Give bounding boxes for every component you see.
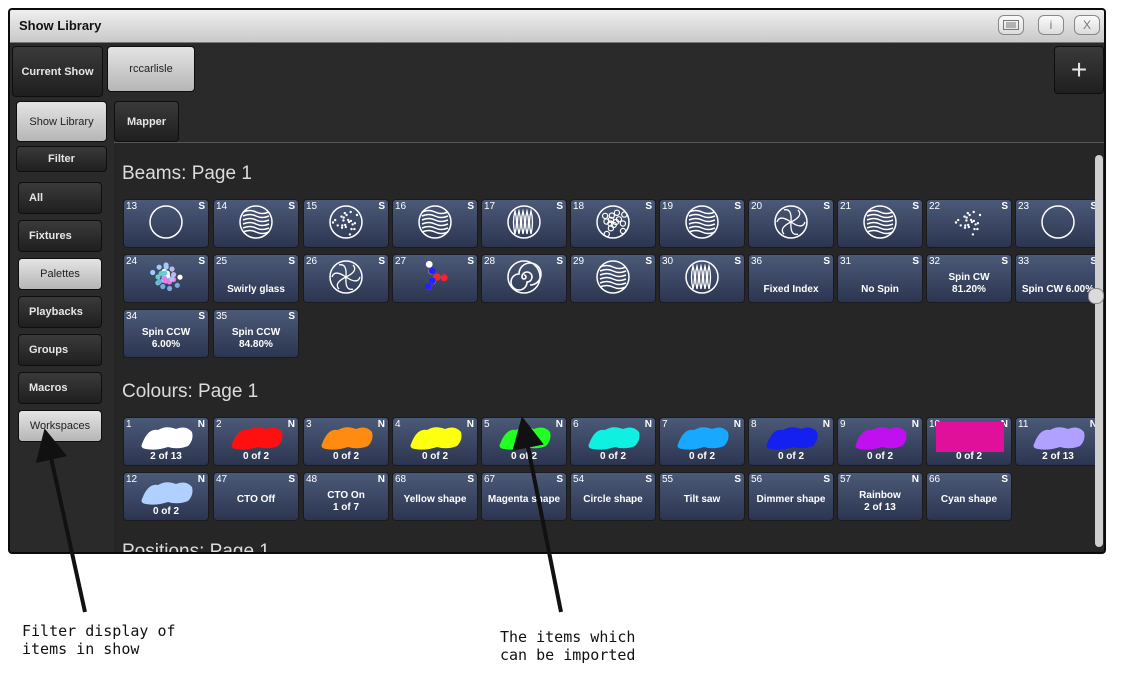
annotation-arrows [35,416,563,613]
items-annotation-arrow [512,416,563,613]
items-annotation: The items which can be imported [500,628,636,664]
filter-annotation-arrow [35,428,87,613]
filter-annotation: Filter display of items in show [22,622,176,658]
